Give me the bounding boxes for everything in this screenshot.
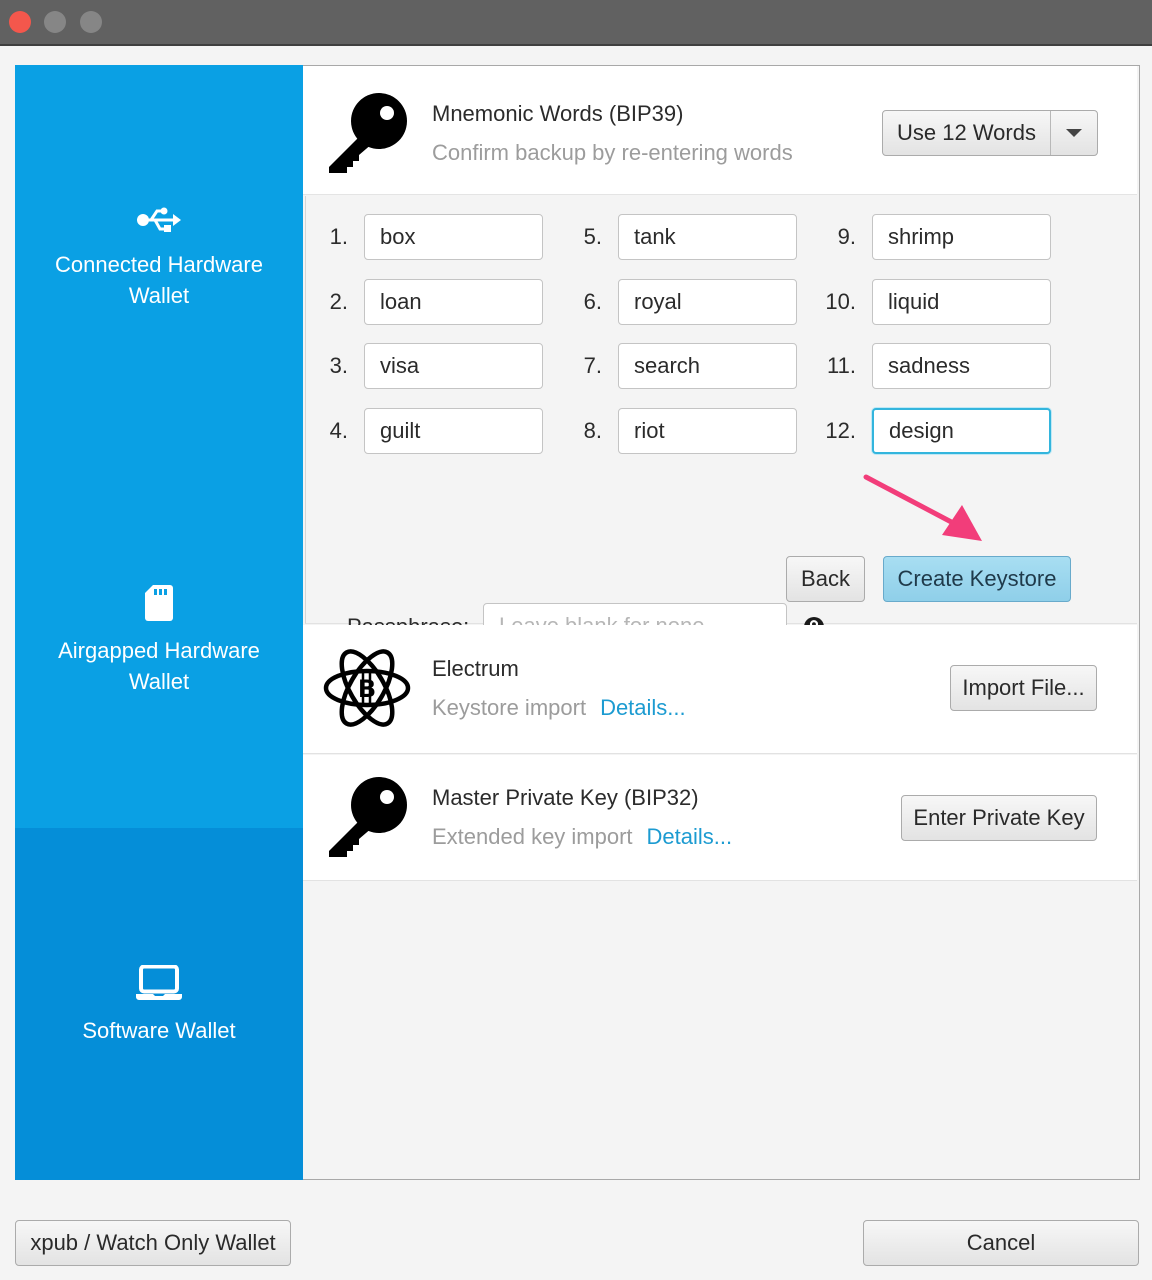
word-input-9[interactable]: [872, 214, 1051, 260]
word-input-6[interactable]: [618, 279, 797, 325]
word-row: 7.: [562, 343, 797, 389]
word-row: 5.: [562, 214, 797, 260]
word-number: 10.: [825, 289, 856, 314]
word-number: 1.: [329, 224, 348, 249]
sidebar: Connected Hardware Wallet Airgapped Hard…: [15, 65, 303, 1180]
usb-icon: [135, 205, 183, 243]
svg-text:B: B: [358, 675, 376, 703]
electrum-subtitle: Keystore import Details...: [432, 695, 686, 721]
word-number: 3.: [329, 353, 348, 378]
word-row: 2.: [308, 279, 543, 325]
mnemonic-entry-panel: 1.2.3.4.5.6.7.8.9.10.11.12. Passphrase: …: [305, 196, 1137, 721]
sidebar-item-label-line2: Wallet: [128, 669, 190, 694]
import-file-button[interactable]: Import File...: [950, 665, 1097, 711]
window-minimize-button[interactable]: [44, 11, 66, 33]
master-key-details-link[interactable]: Details...: [647, 824, 733, 849]
word-row: 1.: [308, 214, 543, 260]
annotation-arrow-icon: [863, 474, 982, 541]
word-row: 12.: [816, 408, 1051, 454]
sd-card-icon: [145, 585, 173, 629]
word-number: 6.: [583, 289, 602, 314]
back-button[interactable]: Back: [786, 556, 865, 602]
word-row: 9.: [816, 214, 1051, 260]
window-maximize-button[interactable]: [80, 11, 102, 33]
laptop-icon: [136, 964, 182, 1009]
word-number: 12.: [825, 418, 856, 443]
window-titlebar: [0, 0, 1152, 46]
sidebar-item-airgapped-hardware-wallet[interactable]: Airgapped Hardware Wallet: [15, 585, 303, 697]
sidebar-item-connected-hardware-wallet[interactable]: Connected Hardware Wallet: [15, 205, 303, 311]
word-input-10[interactable]: [872, 279, 1051, 325]
sidebar-item-label: Software Wallet: [82, 1018, 236, 1043]
word-input-2[interactable]: [364, 279, 543, 325]
word-input-12[interactable]: [872, 408, 1051, 454]
word-number: 7.: [583, 353, 602, 378]
word-count-select-value: Use 12 Words: [883, 111, 1051, 155]
sidebar-item-label-line2: Wallet: [128, 283, 190, 308]
word-number: 5.: [583, 224, 602, 249]
word-input-11[interactable]: [872, 343, 1051, 389]
sidebar-item-software-wallet[interactable]: Software Wallet: [15, 828, 303, 1180]
word-row: 8.: [562, 408, 797, 454]
content-panel: Mnemonic Words (BIP39) Confirm backup by…: [303, 66, 1139, 1179]
electrum-title: Electrum: [432, 656, 519, 681]
master-key-subtitle: Extended key import Details...: [432, 824, 732, 850]
sidebar-item-label-line1: Airgapped Hardware: [58, 638, 260, 663]
word-count-select[interactable]: Use 12 Words: [882, 110, 1098, 156]
word-row: 11.: [816, 343, 1051, 389]
chevron-down-icon[interactable]: [1051, 111, 1097, 155]
create-keystore-button[interactable]: Create Keystore: [883, 556, 1071, 602]
key-icon: [325, 91, 409, 180]
electrum-subtitle-text: Keystore import: [432, 695, 587, 720]
key-icon: [325, 775, 409, 864]
cancel-button[interactable]: Cancel: [863, 1220, 1139, 1266]
word-number: 9.: [837, 224, 856, 249]
electrum-section: B Electrum Keystore import Details... Imp…: [303, 625, 1137, 754]
word-number: 4.: [329, 418, 348, 443]
word-input-3[interactable]: [364, 343, 543, 389]
mnemonic-section-header: Mnemonic Words (BIP39) Confirm backup by…: [303, 66, 1137, 195]
word-input-8[interactable]: [618, 408, 797, 454]
master-private-key-section: Master Private Key (BIP32) Extended key …: [303, 755, 1137, 881]
master-key-subtitle-text: Extended key import: [432, 824, 633, 849]
watch-only-wallet-button[interactable]: xpub / Watch Only Wallet: [15, 1220, 291, 1266]
word-input-4[interactable]: [364, 408, 543, 454]
mnemonic-subtitle: Confirm backup by re-entering words: [432, 140, 793, 165]
electrum-bitcoin-atom-icon: B: [323, 647, 411, 734]
word-row: 6.: [562, 279, 797, 325]
word-input-5[interactable]: [618, 214, 797, 260]
word-row: 10.: [816, 279, 1051, 325]
word-number: 11.: [827, 353, 856, 378]
window-close-button[interactable]: [9, 11, 31, 33]
word-number: 2.: [329, 289, 348, 314]
word-row: 3.: [308, 343, 543, 389]
electrum-details-link[interactable]: Details...: [600, 695, 686, 720]
word-input-1[interactable]: [364, 214, 543, 260]
word-input-7[interactable]: [618, 343, 797, 389]
word-number: 8.: [583, 418, 602, 443]
sidebar-item-label-line1: Connected Hardware: [55, 252, 263, 277]
word-row: 4.: [308, 408, 543, 454]
enter-private-key-button[interactable]: Enter Private Key: [901, 795, 1097, 841]
mnemonic-title: Mnemonic Words (BIP39): [432, 101, 684, 126]
master-key-title: Master Private Key (BIP32): [432, 785, 699, 810]
